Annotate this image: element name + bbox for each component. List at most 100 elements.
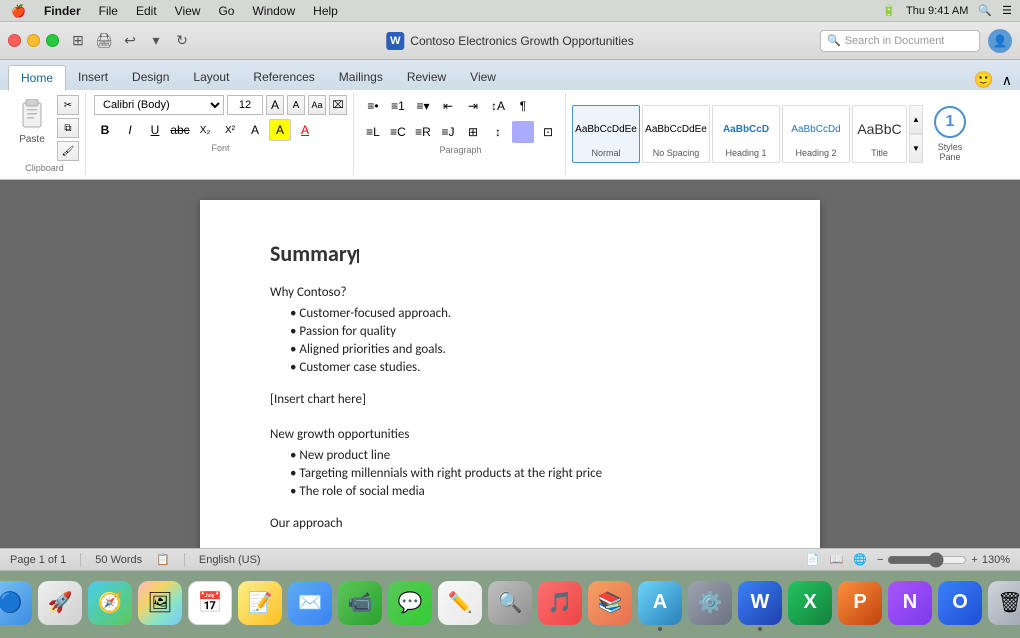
collapse-ribbon-button[interactable]: ∧	[1002, 72, 1012, 89]
text-effects-button[interactable]: A	[244, 119, 266, 141]
font-size-increase-button[interactable]: A	[266, 95, 284, 115]
clear-formatting-button[interactable]: ⌧	[329, 95, 347, 115]
styles-pane-button[interactable]: 1 StylesPane	[925, 106, 975, 162]
dock-syspref[interactable]: ⚙️	[688, 581, 732, 629]
style-heading2-button[interactable]: AaBbCcDd Heading 2	[782, 105, 850, 163]
language[interactable]: English (US)	[199, 554, 261, 566]
justify-button[interactable]: ≡J	[437, 121, 459, 143]
search-icon[interactable]: 🔍	[978, 4, 992, 17]
emoji-button[interactable]: 🙂	[974, 70, 994, 90]
menubar-file[interactable]: File	[96, 4, 121, 18]
dock-photos[interactable]: 🖼	[138, 581, 182, 629]
zoom-in-button[interactable]: +	[971, 554, 977, 566]
paste-button[interactable]: Paste	[10, 95, 54, 147]
menubar-view[interactable]: View	[172, 4, 204, 18]
dock-facetime[interactable]: 📹	[338, 581, 382, 629]
bullets-button[interactable]: ≡•	[362, 95, 384, 117]
menubar-help[interactable]: Help	[310, 4, 341, 18]
columns-button[interactable]: ⊞	[462, 121, 484, 143]
view-read[interactable]: 📖	[830, 553, 844, 566]
style-normal-button[interactable]: AaBbCcDdEe Normal	[572, 105, 640, 163]
format-painter-button[interactable]: 🖌	[57, 141, 79, 161]
align-right-button[interactable]: ≡R	[412, 121, 434, 143]
undo-button[interactable]: ↩	[119, 30, 141, 52]
dock-appstore[interactable]: A	[638, 581, 682, 629]
tab-insert[interactable]: Insert	[66, 64, 120, 90]
dock-launchpad[interactable]: 🚀	[38, 581, 82, 629]
align-center-button[interactable]: ≡C	[387, 121, 409, 143]
style-title-button[interactable]: AaBbC Title	[852, 105, 907, 163]
view-print-layout[interactable]: 📄	[806, 553, 820, 566]
shading-button[interactable]	[512, 121, 534, 143]
zoom-out-button[interactable]: −	[877, 554, 883, 566]
tab-review[interactable]: Review	[395, 64, 458, 90]
font-size-input[interactable]: 12	[227, 95, 263, 115]
superscript-button[interactable]: X²	[219, 119, 241, 141]
dock-excel[interactable]: X	[788, 581, 832, 629]
menu-icon[interactable]: ☰	[1002, 4, 1012, 17]
dock-word[interactable]: W	[738, 581, 782, 629]
styles-scroll-up[interactable]: ▲	[909, 105, 923, 134]
menubar-finder[interactable]: Finder	[41, 4, 84, 18]
line-spacing-button[interactable]: ↕	[487, 121, 509, 143]
font-name-select[interactable]: Calibri (Body)	[94, 95, 224, 115]
zoom-slider[interactable]	[887, 552, 967, 568]
show-formatting-button[interactable]: ¶	[512, 95, 534, 117]
print-button[interactable]: 🖨	[93, 30, 115, 52]
dock-books[interactable]: 📚	[588, 581, 632, 629]
sort-button[interactable]: ↕A	[487, 95, 509, 117]
style-no-spacing-button[interactable]: AaBbCcDdEe No Spacing	[642, 105, 710, 163]
tab-design[interactable]: Design	[120, 64, 181, 90]
proofing-icon[interactable]: 📋	[156, 553, 170, 566]
font-size-decrease-button[interactable]: A	[287, 95, 305, 115]
menubar-window[interactable]: Window	[249, 4, 298, 18]
change-case-button[interactable]: Aa	[308, 95, 326, 115]
style-heading1-button[interactable]: AaBbCcD Heading 1	[712, 105, 780, 163]
view-web[interactable]: 🌐	[853, 553, 867, 566]
redo-button[interactable]: ↻	[171, 30, 193, 52]
dock-messages[interactable]: 💬	[388, 581, 432, 629]
apple-menu[interactable]: 🍎	[8, 4, 29, 18]
styles-scroll-down[interactable]: ▼	[909, 134, 923, 163]
text-highlight-button[interactable]: A	[269, 119, 291, 141]
dock-mail[interactable]: ✉️	[288, 581, 332, 629]
decrease-indent-button[interactable]: ⇤	[437, 95, 459, 117]
dock-outlook[interactable]: O	[938, 581, 982, 629]
subscript-button[interactable]: X₂	[194, 119, 216, 141]
dock-trash[interactable]: 🗑	[988, 581, 1020, 629]
document-area[interactable]: Summary Why Contoso? • Customer-focused …	[0, 180, 1020, 548]
font-color-button[interactable]: A	[294, 119, 316, 141]
dock-calendar[interactable]: 📅	[188, 581, 232, 629]
dock-safari[interactable]: 🧭	[88, 581, 132, 629]
dock-freeform[interactable]: ✏️	[438, 581, 482, 629]
dock-onenote[interactable]: N	[888, 581, 932, 629]
dock-finder[interactable]: 🔵	[0, 581, 32, 629]
bold-button[interactable]: B	[94, 119, 116, 141]
dock-spotlight[interactable]: 🔍	[488, 581, 532, 629]
tab-mailings[interactable]: Mailings	[327, 64, 395, 90]
align-left-button[interactable]: ≡L	[362, 121, 384, 143]
cut-button[interactable]: ✂	[57, 95, 79, 115]
tab-view[interactable]: View	[458, 64, 508, 90]
numbering-button[interactable]: ≡1	[387, 95, 409, 117]
document-search[interactable]: 🔍 Search in Document	[820, 30, 980, 52]
menubar-edit[interactable]: Edit	[133, 4, 160, 18]
dock-music[interactable]: 🎵	[538, 581, 582, 629]
close-button[interactable]	[8, 34, 21, 47]
dock-notes[interactable]: 📝	[238, 581, 282, 629]
maximize-button[interactable]	[46, 34, 59, 47]
increase-indent-button[interactable]: ⇥	[462, 95, 484, 117]
user-profile-button[interactable]: 👤	[988, 29, 1012, 53]
tab-home[interactable]: Home	[8, 65, 66, 91]
minimize-button[interactable]	[27, 34, 40, 47]
sidebar-toggle-button[interactable]: ⊞	[67, 30, 89, 52]
multilevel-button[interactable]: ≡▾	[412, 95, 434, 117]
tab-layout[interactable]: Layout	[181, 64, 241, 90]
dock-powerpoint[interactable]: P	[838, 581, 882, 629]
underline-button[interactable]: U	[144, 119, 166, 141]
borders-button[interactable]: ⊡	[537, 121, 559, 143]
tab-references[interactable]: References	[241, 64, 326, 90]
copy-button[interactable]: ⧉	[57, 118, 79, 138]
italic-button[interactable]: I	[119, 119, 141, 141]
undo-dropdown[interactable]: ▾	[145, 30, 167, 52]
